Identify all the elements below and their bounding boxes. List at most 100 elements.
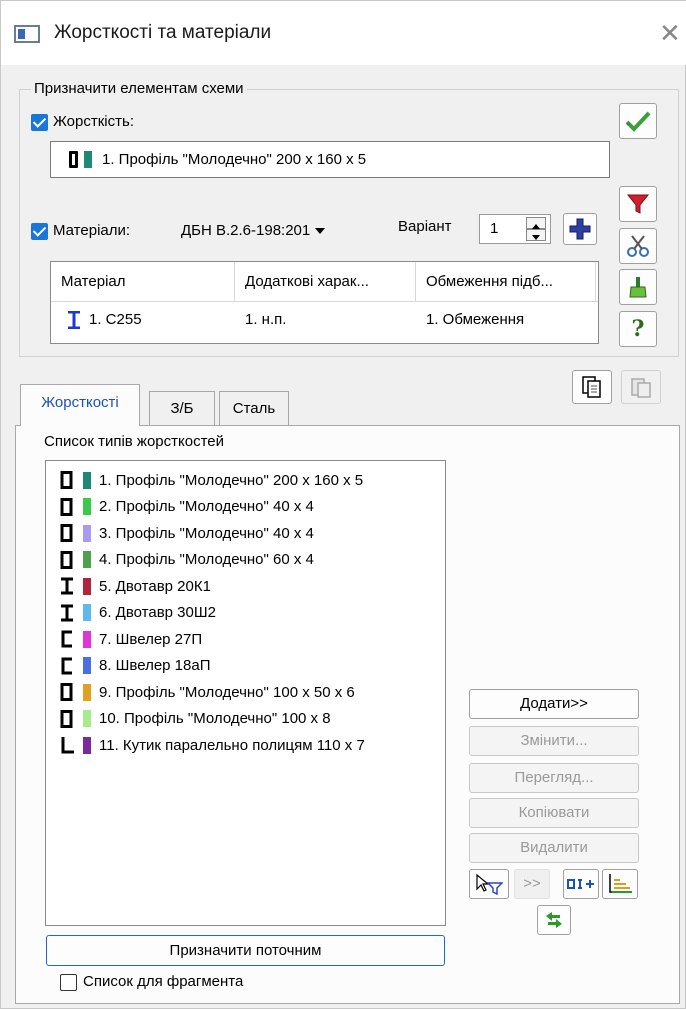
box-profile-icon — [60, 550, 74, 569]
chevron-down-icon — [315, 227, 326, 234]
list-item[interactable]: 5. Двотавр 20К1 — [60, 573, 211, 599]
brush-button[interactable] — [619, 269, 657, 305]
list-item[interactable]: 8. Швелер 18аП — [60, 653, 210, 679]
materials-table: Матеріал Додаткові харак... Обмеження пі… — [50, 261, 599, 344]
copy-list-button[interactable]: Копіювати — [469, 798, 639, 828]
tab-steel[interactable]: Сталь — [219, 391, 289, 425]
add-button[interactable]: Додати>> — [469, 689, 639, 719]
dialog-window: Жорсткості та матеріали ✕ Призначити еле… — [0, 0, 686, 1009]
select-filter-button[interactable] — [469, 869, 509, 899]
channel-profile-icon — [60, 657, 74, 675]
list-item-label: 9. Профіль "Молодечно" 100 x 50 x 6 — [99, 683, 355, 701]
spin-up-button[interactable] — [526, 217, 546, 229]
list-item-label: 4. Профіль "Молодечно" 60 x 4 — [99, 551, 314, 568]
window-icon — [14, 25, 40, 43]
column-header-restrictions[interactable]: Обмеження підб... — [416, 262, 596, 302]
list-item[interactable]: 3. Профіль "Молодечно" 40 x 4 — [60, 520, 314, 546]
color-swatch — [83, 630, 91, 648]
additional-cell[interactable]: 1. н.п. — [245, 303, 286, 337]
stiffness-color-swatch — [84, 151, 92, 168]
list-item[interactable]: 6. Двотавр 30Ш2 — [60, 600, 216, 626]
list-item[interactable]: 9. Профіль "Молодечно" 100 x 50 x 6 — [60, 679, 355, 705]
material-cell[interactable]: 1. С255 — [67, 303, 142, 337]
add-variant-button[interactable] — [563, 213, 597, 245]
box-profile-icon — [60, 497, 74, 516]
norm-value: ДБН В.2.6-198:201 — [181, 222, 311, 239]
cut-button[interactable] — [619, 228, 657, 264]
copy-button[interactable] — [572, 370, 612, 404]
variant-value: 1 — [490, 220, 499, 237]
box-profile-icon — [60, 683, 74, 701]
close-icon[interactable]: ✕ — [659, 18, 681, 49]
title-bar: Жорсткості та матеріали ✕ — [1, 1, 686, 65]
arrows-button[interactable]: >> — [514, 869, 550, 899]
stiffness-list-label: Список типів жорсткостей — [44, 433, 224, 450]
tab-rc[interactable]: З/Б — [149, 391, 215, 425]
view-button[interactable]: Перегляд... — [469, 763, 639, 793]
box-profile-icon — [60, 471, 74, 489]
list-item-label: 8. Швелер 18аП — [99, 657, 211, 674]
stiffness-list[interactable]: 1. Профіль "Молодечно" 200 x 160 x 5 2. П… — [45, 460, 446, 926]
spin-down-button[interactable] — [526, 229, 546, 241]
color-swatch — [83, 683, 91, 701]
restrictions-cell[interactable]: 1. Обмеження — [426, 303, 524, 337]
stiffness-label: Жорсткість: — [53, 113, 134, 130]
paste-button[interactable] — [621, 370, 661, 404]
color-swatch — [83, 736, 91, 754]
list-item-label: 10. Профіль "Молодечно" 100 x 8 — [99, 710, 331, 727]
ibeam-profile-icon — [60, 604, 74, 622]
list-item[interactable]: 11. Кутик паралельно полицям 110 x 7 — [60, 732, 365, 758]
list-item[interactable]: 2. Профіль "Молодечно" 40 x 4 — [60, 494, 314, 520]
move-button[interactable] — [563, 869, 599, 899]
scissors-icon — [627, 235, 649, 257]
stiffness-value-row: 1. Профіль "Молодечно" 200 x 160 x 5 — [69, 151, 366, 168]
norm-dropdown[interactable]: ДБН В.2.6-198:201 — [181, 222, 371, 239]
refresh-button[interactable] — [537, 905, 571, 935]
list-item[interactable]: 4. Профіль "Молодечно" 60 x 4 — [60, 547, 314, 573]
move-icon — [567, 879, 594, 889]
box-profile-icon — [69, 151, 78, 168]
color-swatch — [83, 710, 91, 727]
assign-current-button[interactable]: Призначити поточним — [46, 935, 445, 966]
stiffness-checkbox[interactable] — [31, 114, 48, 131]
column-header-additional[interactable]: Додаткові харак... — [235, 262, 416, 302]
column-header-material[interactable]: Матеріал — [51, 262, 235, 302]
color-swatch — [83, 657, 91, 674]
sort-button[interactable] — [602, 869, 638, 899]
brush-icon — [629, 277, 647, 298]
ibeam-profile-icon — [60, 577, 74, 595]
filter-button[interactable] — [619, 186, 657, 222]
refresh-icon — [546, 912, 562, 928]
delete-button[interactable]: Видалити — [469, 833, 639, 863]
channel-profile-icon — [60, 630, 74, 648]
window-title: Жорсткості та матеріали — [54, 22, 272, 43]
apply-button[interactable] — [619, 103, 657, 139]
color-swatch — [83, 471, 91, 489]
tab-stiffness[interactable]: Жорсткості — [20, 384, 140, 426]
variant-spinner[interactable]: 1 — [479, 214, 551, 244]
list-item-label: 3. Профіль "Молодечно" 40 x 4 — [99, 524, 314, 542]
materials-checkbox[interactable] — [31, 223, 48, 240]
list-item[interactable]: 1. Профіль "Молодечно" 200 x 160 x 5 — [60, 467, 363, 493]
list-item[interactable]: 10. Профіль "Молодечно" 100 x 8 — [60, 706, 331, 732]
list-item-label: 6. Двотавр 30Ш2 — [99, 604, 216, 621]
filter-icon — [626, 194, 650, 214]
help-button[interactable]: ? — [619, 311, 657, 347]
edit-button[interactable]: Змінити... — [469, 726, 639, 756]
color-swatch — [83, 524, 91, 542]
check-icon — [625, 111, 651, 132]
list-item-label: 2. Профіль "Молодечно" 40 x 4 — [99, 498, 314, 515]
box-profile-icon — [60, 524, 74, 542]
stiffness-field[interactable]: 1. Профіль "Молодечно" 200 x 160 x 5 — [50, 141, 610, 178]
fragment-label: Список для фрагмента — [83, 973, 244, 990]
list-item-label: 11. Кутик паралельно полицям 110 x 7 — [99, 736, 365, 754]
box-profile-icon — [60, 709, 74, 728]
sort-icon — [609, 874, 632, 893]
list-item-label: 7. Швелер 27П — [99, 630, 203, 648]
materials-label: Матеріали: — [53, 222, 131, 239]
help-icon: ? — [631, 316, 645, 342]
list-item[interactable]: 7. Швелер 27П — [60, 626, 202, 652]
assign-group-legend: Призначити елементам схеми — [31, 80, 247, 97]
fragment-checkbox[interactable] — [60, 974, 77, 991]
color-swatch — [83, 498, 91, 515]
